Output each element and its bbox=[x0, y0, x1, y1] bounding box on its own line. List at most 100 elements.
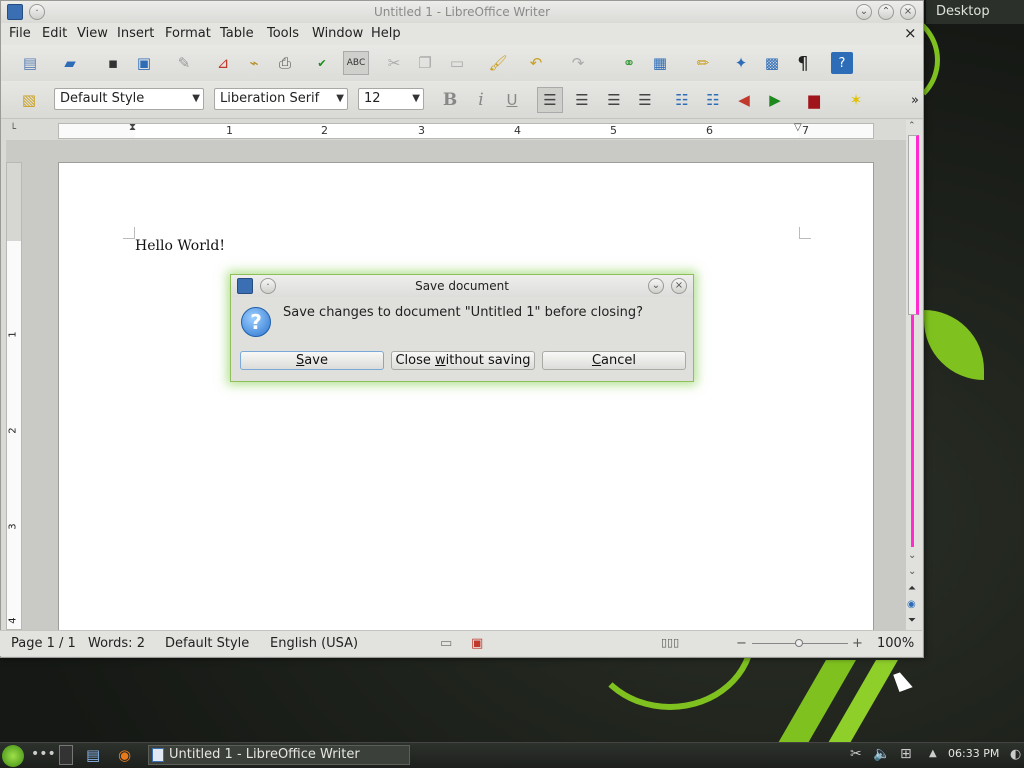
page-style[interactable]: Default Style bbox=[165, 636, 249, 651]
menu-help[interactable]: Help bbox=[371, 26, 401, 41]
power-icon[interactable]: ◐ bbox=[1010, 747, 1021, 762]
scroll-thumb[interactable] bbox=[908, 135, 919, 315]
copy-icon[interactable]: ❐ bbox=[414, 52, 436, 74]
document-page[interactable] bbox=[58, 162, 874, 632]
open-icon[interactable]: ▰ bbox=[59, 52, 81, 74]
increase-indent-icon[interactable]: ▶ bbox=[764, 89, 786, 111]
align-center-icon[interactable]: ☰ bbox=[571, 89, 593, 111]
bullets-icon[interactable]: ☷ bbox=[702, 89, 724, 111]
dialog-minimize-icon[interactable]: ⌄ bbox=[648, 278, 664, 294]
navigator-icon[interactable]: ✦ bbox=[730, 52, 752, 74]
close-window-icon[interactable]: × bbox=[900, 4, 916, 20]
maximize-icon[interactable]: ⌃ bbox=[878, 4, 894, 20]
desktop-pager-icon[interactable] bbox=[59, 745, 73, 765]
window-menu-icon[interactable]: · bbox=[29, 4, 45, 20]
view-layout-icon[interactable]: ▯▯▯ bbox=[661, 636, 679, 649]
print-preview-icon[interactable]: ⎙ bbox=[274, 52, 296, 74]
font-name-select[interactable]: Liberation Serif ▼ bbox=[214, 88, 348, 110]
justify-icon[interactable]: ☰ bbox=[634, 89, 656, 111]
next-page-icon[interactable]: ⏷ bbox=[908, 615, 916, 626]
show-draw-functions-icon[interactable]: ✏ bbox=[692, 52, 714, 74]
autospellcheck-icon[interactable]: ABC bbox=[343, 51, 369, 75]
zoom-out-icon[interactable]: − bbox=[736, 636, 747, 651]
document-text[interactable]: Hello World! bbox=[135, 238, 225, 254]
spellcheck-icon[interactable]: ✔ bbox=[311, 52, 333, 74]
navigation-icon[interactable]: ◉ bbox=[907, 599, 916, 610]
table-icon[interactable]: ▦ bbox=[649, 52, 671, 74]
app-icon[interactable] bbox=[7, 4, 23, 20]
clock[interactable]: 06:33 PM bbox=[948, 747, 999, 760]
menu-edit[interactable]: Edit bbox=[42, 26, 67, 41]
firefox-icon[interactable]: ◉ bbox=[118, 746, 131, 764]
menu-view[interactable]: View bbox=[77, 26, 108, 41]
undo-icon[interactable]: ↶ bbox=[525, 52, 547, 74]
menu-window[interactable]: Window bbox=[312, 26, 363, 41]
save-as-icon[interactable]: ▣ bbox=[133, 52, 155, 74]
taskbar-item-writer[interactable]: Untitled 1 - LibreOffice Writer bbox=[148, 745, 410, 765]
menu-file[interactable]: File bbox=[9, 26, 31, 41]
formatting-marks-icon[interactable]: ¶ bbox=[792, 52, 814, 74]
menu-tools[interactable]: Tools bbox=[267, 26, 299, 41]
new-document-icon[interactable]: ▤ bbox=[19, 52, 41, 74]
window-titlebar[interactable]: Untitled 1 - LibreOffice Writer · ⌄ ⌃ × bbox=[1, 1, 923, 23]
minimize-icon[interactable]: ⌄ bbox=[856, 4, 872, 20]
styles-formatting-icon[interactable]: ▧ bbox=[18, 89, 40, 111]
page-count[interactable]: Page 1 / 1 bbox=[11, 636, 76, 651]
vertical-ruler[interactable]: 1 2 3 4 bbox=[6, 162, 22, 630]
language[interactable]: English (USA) bbox=[270, 636, 358, 651]
more-apps-icon[interactable]: ••• bbox=[31, 746, 56, 762]
dialog-titlebar[interactable]: Save document · ⌄ × bbox=[231, 275, 693, 297]
zoom-slider-handle[interactable] bbox=[795, 639, 803, 647]
help-icon[interactable]: ? bbox=[831, 52, 853, 74]
start-menu-icon[interactable] bbox=[2, 745, 24, 767]
volume-icon[interactable]: 🔈 bbox=[873, 746, 890, 762]
align-right-icon[interactable]: ☰ bbox=[603, 89, 625, 111]
edit-document-icon[interactable]: ✎ bbox=[173, 52, 195, 74]
italic-icon[interactable]: i bbox=[470, 89, 492, 111]
menu-insert[interactable]: Insert bbox=[117, 26, 154, 41]
export-pdf-icon[interactable]: ⊿ bbox=[212, 52, 234, 74]
cancel-button[interactable]: Cancel bbox=[542, 351, 686, 370]
zoom-in-icon[interactable]: + bbox=[852, 636, 863, 651]
network-icon[interactable]: ⊞ bbox=[900, 746, 912, 762]
scroll-down-icon[interactable]: ⌄ bbox=[908, 550, 916, 561]
gallery-icon[interactable]: ▩ bbox=[761, 52, 783, 74]
insert-mode-icon[interactable]: ▭ bbox=[440, 636, 452, 651]
save-icon[interactable]: ▪ bbox=[102, 52, 124, 74]
dialog-close-icon[interactable]: × bbox=[671, 278, 687, 294]
underline-icon[interactable]: U bbox=[501, 89, 523, 111]
more-toolbar-icon[interactable]: » bbox=[904, 89, 926, 111]
print-direct-icon[interactable]: ⌁ bbox=[243, 52, 265, 74]
clone-formatting-icon[interactable]: 🖌 bbox=[487, 52, 509, 74]
scroll-up-icon[interactable]: ⌃ bbox=[908, 121, 916, 131]
zoom-level[interactable]: 100% bbox=[877, 636, 914, 651]
close-without-saving-button[interactable]: Close without saving bbox=[391, 351, 535, 370]
dialog-menu-icon[interactable]: · bbox=[260, 278, 276, 294]
font-color-icon[interactable]: ▆ bbox=[803, 89, 825, 111]
menu-table[interactable]: Table bbox=[220, 26, 254, 41]
file-manager-icon[interactable]: ▤ bbox=[86, 746, 100, 764]
dialog-app-icon[interactable] bbox=[237, 278, 253, 294]
numbering-icon[interactable]: ☷ bbox=[671, 89, 693, 111]
font-size-select[interactable]: 12 ▼ bbox=[358, 88, 424, 110]
tray-expand-icon[interactable]: ▲ bbox=[929, 748, 937, 759]
decrease-indent-icon[interactable]: ◀ bbox=[733, 89, 755, 111]
bold-icon[interactable]: B bbox=[439, 89, 461, 111]
hyperlink-icon[interactable]: ⚭ bbox=[618, 52, 640, 74]
save-button[interactable]: Save bbox=[240, 351, 384, 370]
cut-icon[interactable]: ✂ bbox=[383, 52, 405, 74]
desktop-label[interactable]: Desktop bbox=[926, 0, 1024, 24]
align-left-icon[interactable]: ☰ bbox=[537, 87, 563, 113]
highlighting-icon[interactable]: ✶ bbox=[845, 89, 867, 111]
paste-icon[interactable]: ▭ bbox=[446, 52, 468, 74]
tools-tray-icon[interactable]: ✂ bbox=[850, 746, 862, 762]
scroll-down-icon[interactable]: ⌄ bbox=[908, 566, 916, 577]
tab-stop-icon[interactable]: └ bbox=[10, 124, 16, 135]
right-indent-marker-icon[interactable]: ▽ bbox=[794, 122, 802, 133]
previous-page-icon[interactable]: ⏶ bbox=[908, 583, 916, 594]
left-indent-marker-icon[interactable]: ⧗ bbox=[129, 122, 136, 133]
redo-icon[interactable]: ↷ bbox=[567, 52, 589, 74]
word-count[interactable]: Words: 2 bbox=[88, 636, 145, 651]
paragraph-style-select[interactable]: Default Style ▼ bbox=[54, 88, 204, 110]
document-modified-icon[interactable]: ▣ bbox=[471, 636, 483, 651]
